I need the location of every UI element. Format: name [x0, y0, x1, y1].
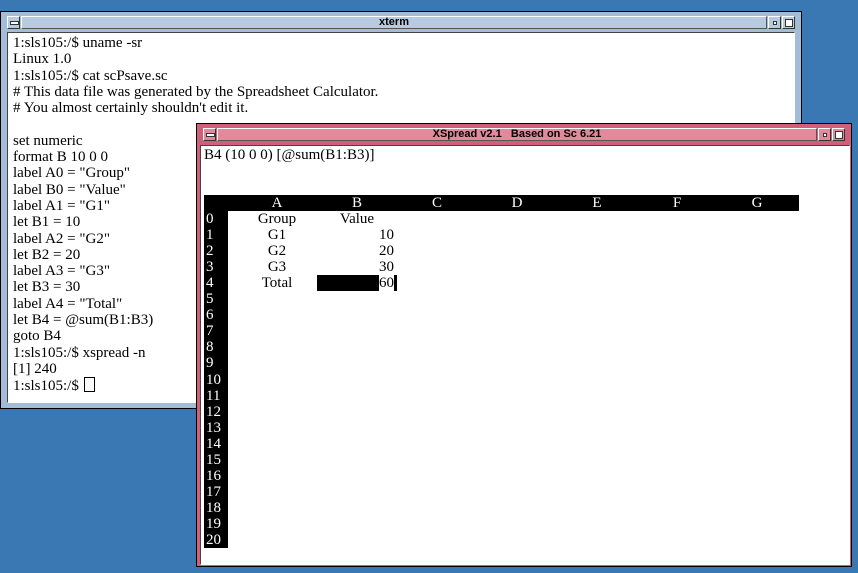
maximize-button[interactable] — [832, 128, 845, 141]
cell-value: G1 — [267, 227, 287, 244]
xspread-window[interactable]: XSpread v2.1 Based on Sc 6.21 B4 (10 0 0… — [196, 123, 852, 567]
cell-value: 60 — [379, 275, 394, 292]
cell-b2[interactable]: 20 — [317, 243, 397, 259]
row-header-15[interactable]: 15 — [206, 452, 221, 468]
column-header-c[interactable]: C — [397, 195, 477, 211]
window-title: XSpread v2.1 Based on Sc 6.21 — [432, 128, 602, 140]
cell-value: Group — [257, 211, 297, 227]
row-header-7[interactable]: 7 — [206, 323, 214, 339]
terminal-line: # This data file was generated by the Sp… — [13, 83, 379, 100]
minimize-button[interactable] — [768, 16, 781, 29]
cell-b0[interactable]: Value — [317, 211, 397, 227]
row-header-18[interactable]: 18 — [206, 500, 221, 516]
text-cursor — [83, 377, 95, 393]
cell-value: Total — [261, 275, 293, 292]
column-header-a[interactable]: A — [237, 195, 317, 211]
row-header-13[interactable]: 13 — [206, 420, 221, 436]
terminal-line: 1:sls105:/$ uname -sr — [13, 35, 143, 51]
cell-a0[interactable]: Group — [237, 211, 317, 227]
column-header-e[interactable]: E — [557, 195, 637, 211]
cell-b4[interactable]: 60 — [317, 275, 397, 292]
cell-a4[interactable]: Total — [237, 275, 317, 291]
row-header-1[interactable]: 1 — [206, 227, 214, 243]
row-header-19[interactable]: 19 — [206, 516, 221, 532]
row-header-11[interactable]: 11 — [206, 388, 220, 404]
terminal-line: 1:sls105:/$ cat scPsave.sc — [13, 67, 168, 84]
formula-line: B4 (10 0 0) [@sum(B1:B3)] — [204, 147, 375, 163]
terminal-prompt: 1:sls105:/$ — [13, 378, 79, 395]
window-title: xterm — [379, 16, 409, 28]
row-header-8[interactable]: 8 — [206, 339, 214, 355]
row-header-16[interactable]: 16 — [206, 468, 221, 484]
terminal-line: # You almost certainly shouldn't edit it… — [13, 100, 249, 117]
row-header-0[interactable]: 0 — [206, 211, 214, 227]
cell-value: 20 — [379, 243, 394, 260]
column-header-bar: ABCDEFG — [204, 195, 799, 211]
cell-a3[interactable]: G3 — [237, 259, 317, 275]
cell-value: 10 — [379, 227, 394, 244]
column-header-f[interactable]: F — [637, 195, 717, 211]
column-header-g[interactable]: G — [717, 195, 797, 211]
cell-a2[interactable]: G2 — [237, 243, 317, 259]
xterm-titlebar[interactable]: xterm — [21, 16, 767, 29]
column-header-b[interactable]: B — [317, 195, 397, 211]
spreadsheet-area[interactable]: B4 (10 0 0) [@sum(B1:B3)] ABCDEFG 012345… — [200, 145, 850, 565]
row-header-17[interactable]: 17 — [206, 484, 221, 500]
cell-b1[interactable]: 10 — [317, 227, 397, 243]
cell-value: G3 — [267, 259, 287, 276]
cell-value: 30 — [379, 259, 394, 276]
row-header-10[interactable]: 10 — [206, 372, 221, 388]
terminal-line: Linux 1.0 — [13, 51, 72, 68]
cell-value: G2 — [267, 243, 287, 260]
row-header-bar: 0 1 2 3 4 5 6 7 8 9 10 11 12 13 14 15 16 17 18 19 20 — [204, 211, 228, 548]
row-header-4[interactable]: 4 — [206, 275, 214, 291]
maximize-button[interactable] — [782, 16, 795, 29]
column-header-d[interactable]: D — [477, 195, 557, 211]
row-header-5[interactable]: 5 — [206, 291, 214, 307]
cell-value: Value — [339, 211, 375, 227]
window-menu-button[interactable] — [203, 128, 216, 141]
minimize-button[interactable] — [818, 128, 831, 141]
row-header-6[interactable]: 6 — [206, 307, 214, 323]
row-header-12[interactable]: 12 — [206, 404, 221, 420]
window-menu-button[interactable] — [7, 16, 20, 29]
row-header-2[interactable]: 2 — [206, 243, 214, 259]
xspread-titlebar[interactable]: XSpread v2.1 Based on Sc 6.21 — [217, 128, 817, 141]
cell-b3[interactable]: 30 — [317, 259, 397, 275]
row-header-9[interactable]: 9 — [206, 355, 214, 371]
row-header-14[interactable]: 14 — [206, 436, 221, 452]
row-header-3[interactable]: 3 — [206, 259, 214, 275]
cell-a1[interactable]: G1 — [237, 227, 317, 243]
row-header-20[interactable]: 20 — [206, 532, 221, 548]
